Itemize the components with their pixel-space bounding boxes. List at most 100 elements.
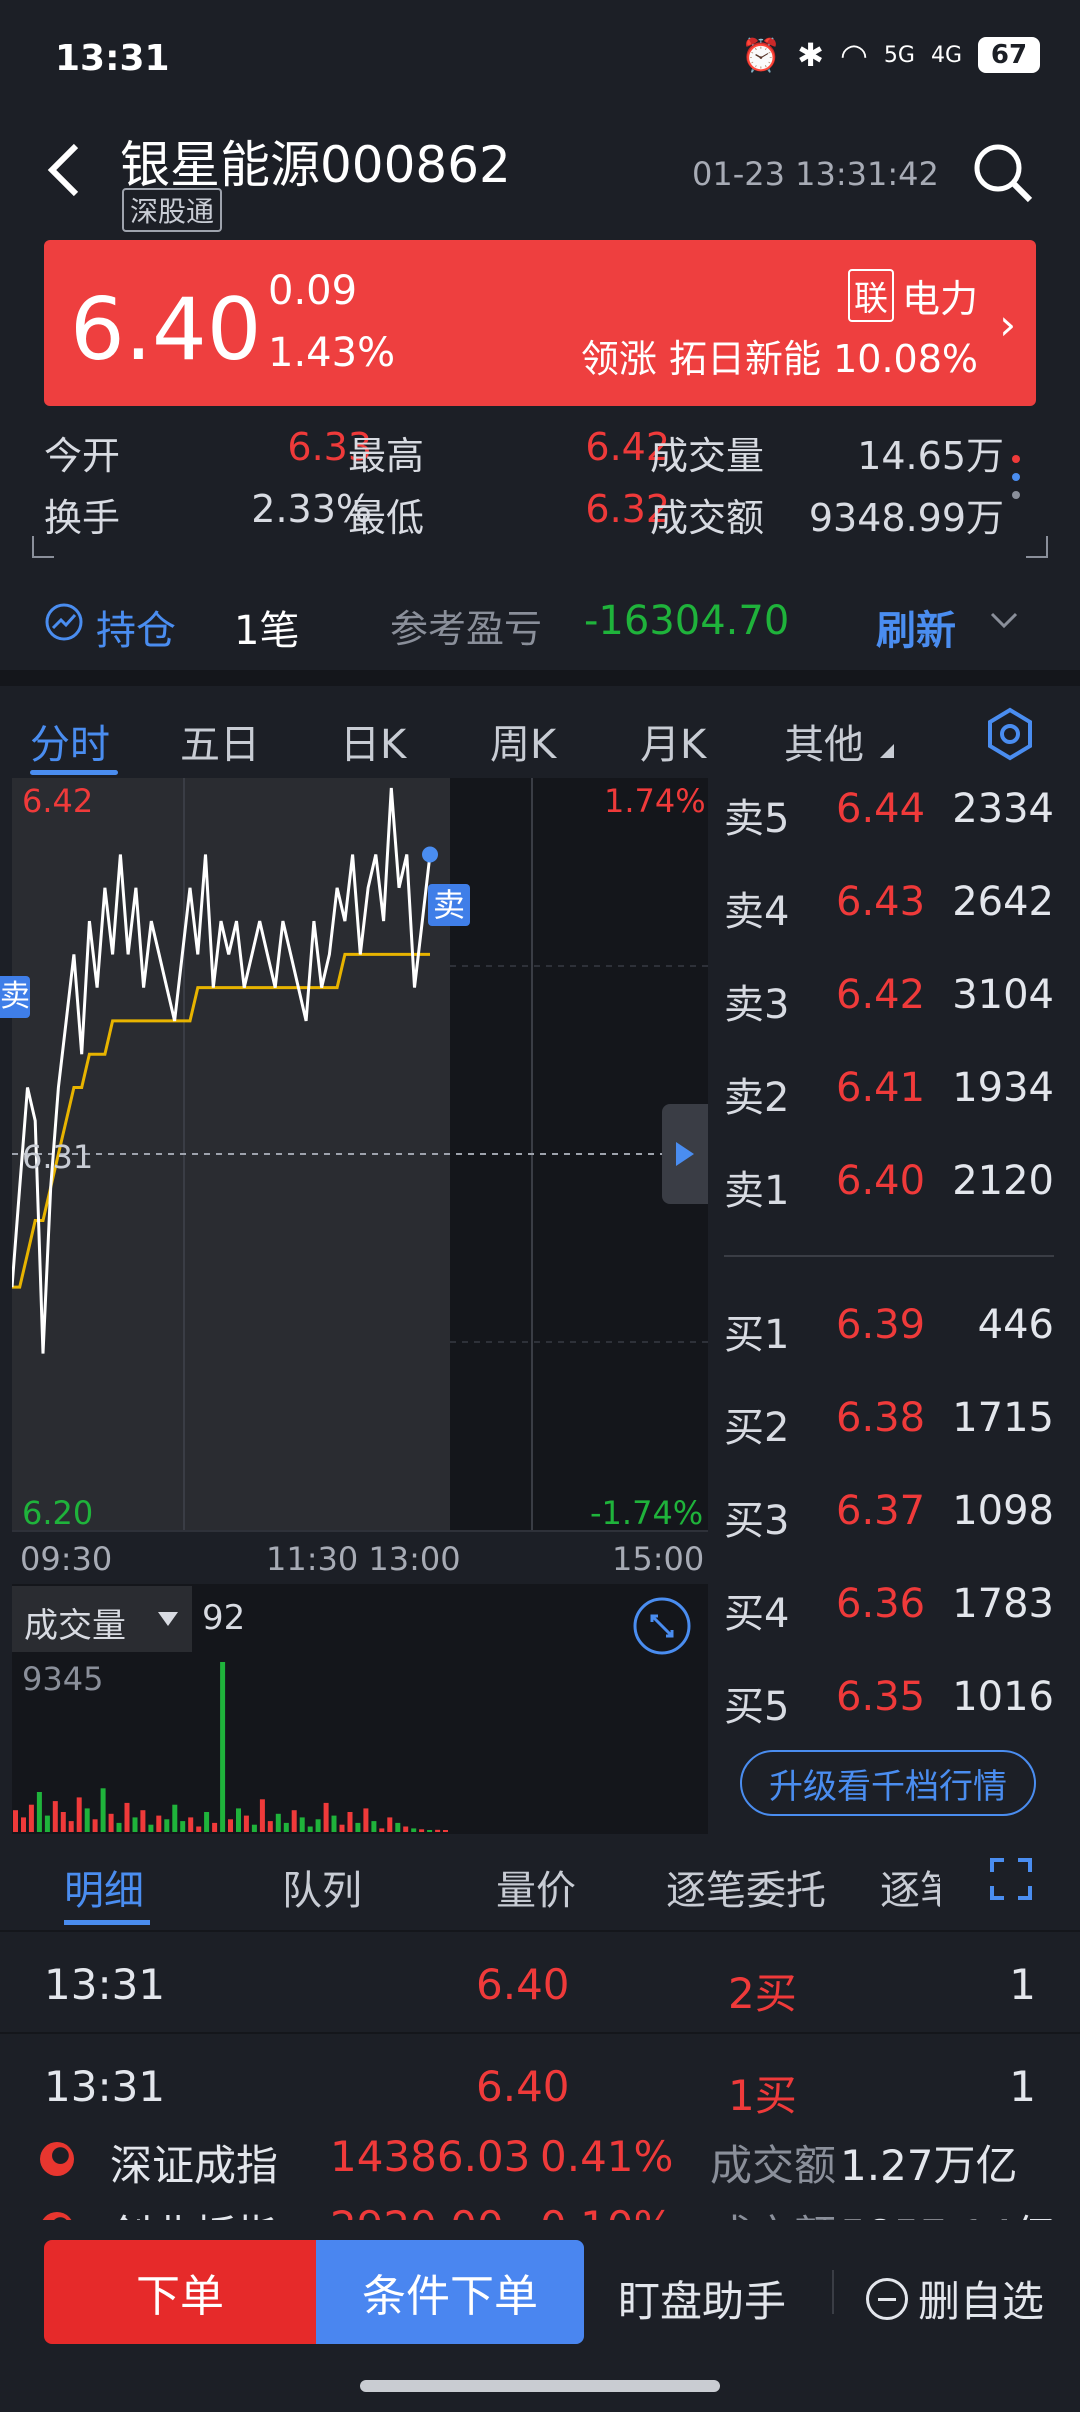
ask-qty: 2120	[952, 1158, 1054, 1204]
volume-bar	[220, 1662, 226, 1832]
open-label: 今开	[44, 434, 121, 478]
price-line	[12, 787, 432, 1354]
status-bar: 13:31 ⏰ ✱ ◠ 5G 4G 67	[0, 0, 1080, 120]
bid-row-3[interactable]: 买3 6.37 1098	[724, 1488, 1054, 1558]
volume-bar	[347, 1812, 353, 1832]
bid-row-2[interactable]: 买2 6.38 1715	[724, 1395, 1054, 1465]
play-arrow-icon	[676, 1142, 694, 1166]
y-tick-high: 6.42	[22, 782, 94, 820]
volume-bar	[387, 1817, 393, 1832]
conditional-order-button[interactable]: 条件下单	[316, 2240, 584, 2344]
watch-assistant-button[interactable]: 盯盘助手	[618, 2268, 786, 2329]
gear-icon[interactable]	[982, 706, 1038, 762]
volume-bar	[92, 1819, 98, 1832]
tab-queue[interactable]: 队列	[282, 1858, 362, 1916]
ask-label: 卖1	[724, 1168, 790, 1214]
tab-tick-by-tick[interactable]: 逐笔	[880, 1858, 940, 1916]
index-pct: 0.41%	[540, 2132, 674, 2181]
sector-link[interactable]: 联 电力	[847, 268, 978, 323]
volume-bar	[28, 1804, 34, 1832]
tab-other[interactable]: 其他	[784, 712, 864, 770]
bid-label: 买4	[724, 1591, 790, 1637]
volume-bar	[100, 1788, 106, 1832]
ask-row-4[interactable]: 卖4 6.43 2642	[724, 879, 1054, 949]
more-dots-icon[interactable]	[1004, 445, 1028, 509]
fullscreen-icon[interactable]	[632, 1596, 692, 1656]
volume-bar	[323, 1802, 329, 1832]
volume-bar	[60, 1812, 66, 1832]
ask-price: 6.44	[836, 786, 926, 832]
sell-marker-early[interactable]: 卖	[0, 976, 30, 1018]
order-button[interactable]: 下单	[44, 2240, 316, 2344]
section-divider	[0, 670, 1080, 686]
pct-tick-high: 1.74%	[604, 782, 706, 820]
volume-bar	[419, 1829, 425, 1832]
pnl-label: 参考盈亏	[390, 607, 543, 651]
volume-bar	[76, 1797, 82, 1832]
holding-label[interactable]: 持仓	[96, 598, 176, 656]
volume-bar	[299, 1817, 305, 1832]
volume-current: 92	[202, 1598, 246, 1638]
upgrade-depth-button[interactable]: 升级看千档行情	[740, 1750, 1036, 1816]
tab-daily-k[interactable]: 日K	[340, 712, 406, 770]
time-tick-open: 09:30	[20, 1540, 113, 1578]
remove-watchlist-label: 删自选	[918, 2277, 1045, 2326]
chevron-down-icon[interactable]	[988, 610, 1020, 632]
ask-row-3[interactable]: 卖3 6.42 3104	[724, 972, 1054, 1042]
ticker-row[interactable]: 深证成指 14386.03 0.41% 成交额 1.27万亿	[40, 2132, 1060, 2193]
ask-row-2[interactable]: 卖2 6.41 1934	[724, 1065, 1054, 1135]
volume-bar	[267, 1821, 273, 1832]
trade-side: 2买	[728, 1969, 797, 2018]
ask-row-1[interactable]: 卖1 6.40 2120	[724, 1158, 1054, 1228]
tab-volume-price[interactable]: 量价	[496, 1858, 576, 1916]
bid-price: 6.38	[836, 1395, 926, 1441]
home-indicator[interactable]	[360, 2380, 720, 2392]
volume-bar	[21, 1817, 26, 1832]
average-price-line	[12, 952, 430, 1289]
tab-monthly-k[interactable]: 月K	[640, 712, 706, 770]
bid-qty: 1098	[952, 1488, 1054, 1534]
chevron-right-icon[interactable]: ›	[999, 300, 1016, 349]
bid-qty: 1783	[952, 1581, 1054, 1627]
volume-bar	[315, 1819, 321, 1832]
tab-intraday[interactable]: 分时	[30, 712, 110, 770]
volume-bar	[36, 1792, 42, 1832]
leader-label: 领涨	[580, 337, 657, 381]
bid-row-4[interactable]: 买4 6.36 1783	[724, 1581, 1054, 1651]
price-band[interactable]: 6.40 0.09 1.43% 联 电力 领涨 拓日新能 10.08% ›	[44, 240, 1036, 406]
volume-bars	[13, 1662, 448, 1832]
bid-row-1[interactable]: 买1 6.39 446	[724, 1302, 1054, 1372]
connect-tag: 深股通	[122, 188, 223, 232]
volume-bar	[132, 1817, 138, 1832]
volume-bar	[443, 1830, 448, 1832]
sell-marker[interactable]: 卖	[428, 884, 470, 926]
holding-row[interactable]: 持仓 1笔 参考盈亏 -16304.70 刷新	[0, 580, 1080, 670]
volume-bar	[379, 1828, 385, 1832]
ask-row-5[interactable]: 卖5 6.44 2334	[724, 786, 1054, 856]
expand-orderbook-tab[interactable]	[662, 1104, 708, 1204]
current-price: 6.40	[70, 280, 262, 380]
back-arrow-icon[interactable]	[40, 140, 90, 200]
tab-order-by-order[interactable]: 逐笔委托	[666, 1858, 826, 1916]
tab-five-day[interactable]: 五日	[180, 712, 260, 770]
detail-tabs: 明细 队列 量价 逐笔委托 逐笔	[0, 1840, 1080, 1930]
search-icon[interactable]	[970, 140, 1034, 204]
tab-detail[interactable]: 明细	[64, 1858, 144, 1916]
volume-selector[interactable]: 成交量	[12, 1586, 192, 1652]
tab-weekly-k[interactable]: 周K	[490, 712, 556, 770]
index-value: 14386.03	[330, 2132, 531, 2181]
volume-bar	[395, 1822, 401, 1832]
volume-bar	[307, 1826, 313, 1832]
trade-row: 13:31 6.40 2买 1	[0, 1930, 1080, 2030]
y-tick-mid: 6.31	[22, 1138, 94, 1176]
bid-price: 6.35	[836, 1674, 926, 1720]
triangle-down-icon	[158, 1612, 178, 1626]
turnover-label: 换手	[44, 496, 121, 540]
remove-watchlist-button[interactable]: 删自选	[866, 2268, 1044, 2329]
high-label: 最高	[348, 434, 425, 478]
expand-icon[interactable]	[988, 1856, 1034, 1902]
ask-qty: 2642	[952, 879, 1054, 925]
bid-row-5[interactable]: 买5 6.35 1016	[724, 1674, 1054, 1744]
refresh-button[interactable]: 刷新	[876, 598, 956, 656]
bid-price: 6.37	[836, 1488, 926, 1534]
